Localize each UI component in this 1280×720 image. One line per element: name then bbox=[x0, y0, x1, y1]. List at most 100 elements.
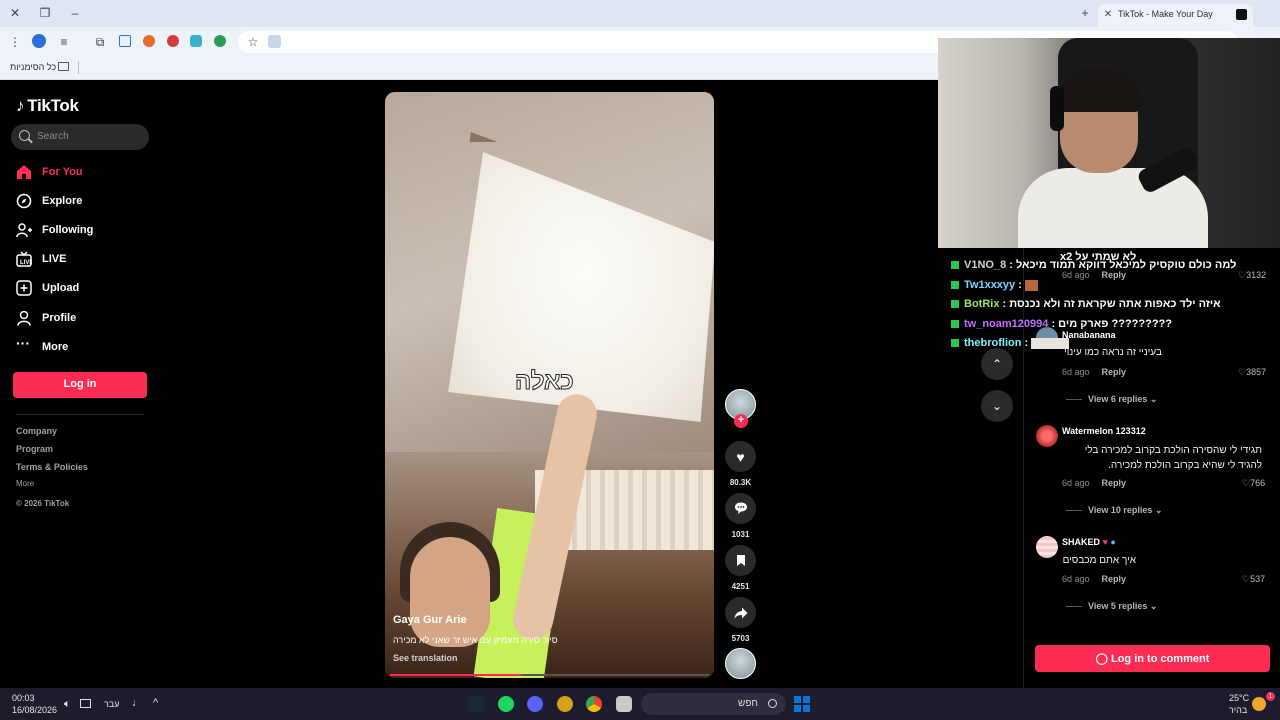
discord-icon[interactable] bbox=[527, 696, 543, 712]
see-translation-link[interactable]: See translation bbox=[393, 653, 458, 663]
reply-button[interactable]: Reply bbox=[1102, 367, 1127, 377]
video-author[interactable]: Gaya Gur Arie bbox=[393, 614, 467, 626]
tiktok-logo[interactable]: ♪ TikTok bbox=[16, 96, 79, 116]
nav-label: Profile bbox=[42, 312, 77, 324]
close-window-icon[interactable]: ✕ bbox=[8, 6, 22, 20]
save-button[interactable]: 4251 bbox=[725, 545, 756, 591]
previous-video-button[interactable]: ⌃ bbox=[981, 348, 1013, 380]
login-to-comment-button[interactable]: ◯ Log in to comment bbox=[1035, 645, 1270, 672]
weather-moon-icon[interactable] bbox=[1252, 697, 1266, 711]
extensions-icon[interactable]: ⧉ bbox=[93, 35, 107, 49]
webcam-headphones bbox=[1050, 86, 1064, 131]
browser-tab[interactable]: ✕ TikTok - Make Your Day bbox=[1098, 4, 1253, 27]
avatar[interactable] bbox=[1036, 425, 1058, 447]
windows-start-icon[interactable] bbox=[794, 696, 810, 712]
nav-item-profile[interactable]: Profile bbox=[16, 307, 76, 329]
steam-icon[interactable] bbox=[468, 696, 484, 712]
mod-badge-icon bbox=[951, 300, 959, 309]
chat-username: thebroflion bbox=[964, 337, 1022, 349]
reply-button[interactable]: Reply bbox=[1102, 270, 1127, 280]
like-button[interactable]: ♥ 80.3K bbox=[725, 441, 756, 487]
extension-green-icon[interactable] bbox=[214, 35, 226, 47]
chat-username: V1NO_8 bbox=[964, 259, 1007, 271]
chrome-icon[interactable] bbox=[586, 696, 602, 712]
spotify-icon[interactable] bbox=[498, 696, 514, 712]
menu-dots-icon[interactable]: ⋮ bbox=[8, 35, 22, 49]
nav-item-for-you[interactable]: For You bbox=[16, 161, 83, 183]
sound-disc-button[interactable] bbox=[725, 648, 756, 679]
weather-temp[interactable]: 25°C bbox=[1229, 693, 1249, 703]
nav-item-explore[interactable]: Explore bbox=[16, 190, 82, 212]
tray-chevron-icon[interactable]: ^ bbox=[153, 697, 158, 709]
search-input[interactable]: Search bbox=[11, 124, 149, 150]
comment-username[interactable]: Watermelon 123312 bbox=[1062, 426, 1146, 436]
comment-username[interactable]: SHAKED ♥ ● bbox=[1062, 537, 1116, 547]
logo-text: TikTok bbox=[27, 96, 79, 115]
video-frame-face bbox=[410, 537, 490, 647]
all-bookmarks-label[interactable]: כל הסימניות bbox=[10, 62, 56, 72]
chat-username: BotRix bbox=[964, 298, 1000, 310]
extension-blue-icon[interactable] bbox=[190, 35, 202, 47]
task-view-icon[interactable] bbox=[616, 696, 632, 712]
tiktok-note-icon: ♪ bbox=[16, 96, 25, 115]
bookmark-star-icon[interactable]: ☆ bbox=[246, 35, 260, 49]
avatar[interactable] bbox=[1036, 536, 1058, 558]
follow-plus-icon[interactable]: + bbox=[734, 414, 748, 428]
share-button[interactable]: 5703 bbox=[725, 597, 756, 643]
reply-button[interactable]: Reply bbox=[1102, 478, 1127, 488]
reply-button[interactable]: Reply bbox=[1102, 574, 1127, 584]
comment-like-button[interactable]: ♡766 bbox=[1242, 478, 1265, 489]
minimize-window-icon[interactable]: – bbox=[68, 6, 82, 20]
chevron-down-icon: ⌄ bbox=[991, 399, 1003, 413]
heart-icon: ♥ bbox=[725, 441, 756, 472]
view-replies-button[interactable]: View 6 replies ⌄ bbox=[1066, 394, 1157, 405]
microphone-icon[interactable]: ♩ bbox=[132, 697, 143, 709]
copyright: © 2026 TikTok bbox=[16, 499, 70, 508]
taskbar-search-input[interactable]: חפש bbox=[641, 693, 786, 715]
next-video-button[interactable]: ⌄ bbox=[981, 390, 1013, 422]
comment-text: איך אתם מכבסים bbox=[1062, 555, 1136, 566]
view-replies-button[interactable]: View 5 replies ⌄ bbox=[1066, 601, 1157, 612]
creator-avatar-button[interactable]: + bbox=[725, 389, 756, 428]
comment-like-button[interactable]: ♡537 bbox=[1242, 574, 1265, 585]
site-info-icon[interactable] bbox=[268, 35, 281, 48]
folder-icon bbox=[58, 62, 69, 71]
restore-window-icon[interactable]: ❐ bbox=[38, 6, 52, 20]
bookmarks-divider bbox=[78, 61, 79, 74]
language-indicator[interactable]: עבר bbox=[104, 699, 119, 709]
new-tab-icon[interactable]: + bbox=[1078, 6, 1092, 20]
network-icon[interactable] bbox=[80, 699, 91, 708]
footer-link-program[interactable]: Program bbox=[16, 444, 53, 454]
profile-avatar-icon[interactable] bbox=[32, 34, 46, 48]
tab-close-icon[interactable]: ✕ bbox=[1101, 8, 1115, 22]
video-player[interactable]: כאלה Gaya Gur Arie סיור סירה מעמיק עם אי… bbox=[385, 92, 714, 678]
footer-link-company[interactable]: Company bbox=[16, 426, 57, 436]
comment-like-count: 3132 bbox=[1246, 270, 1267, 280]
nav-item-following[interactable]: Following bbox=[16, 219, 93, 241]
comment-like-button[interactable]: ♡3857 bbox=[1238, 367, 1266, 378]
screen-share-icon[interactable] bbox=[119, 35, 131, 47]
notification-badge[interactable]: 1 bbox=[1266, 692, 1275, 701]
view-replies-button[interactable]: View 10 replies ⌄ bbox=[1066, 505, 1162, 516]
nav-item-live[interactable]: LIVE LIVE bbox=[16, 248, 66, 270]
extension-red-icon[interactable] bbox=[167, 35, 179, 47]
comment-username[interactable]: Nanabanana bbox=[1062, 330, 1116, 340]
clock-time[interactable]: 00:03 bbox=[12, 693, 35, 703]
comment-like-button[interactable]: ♡3132 bbox=[1238, 270, 1266, 281]
nav-item-upload[interactable]: Upload bbox=[16, 277, 79, 299]
media-queue-icon[interactable]: ≡ bbox=[57, 35, 71, 49]
video-progress-fill bbox=[390, 674, 521, 676]
clock-date[interactable]: 16/08/2026 bbox=[12, 705, 57, 715]
footer-link-more[interactable]: More bbox=[16, 479, 34, 488]
upload-icon bbox=[16, 280, 32, 296]
weather-desc[interactable]: בהיר bbox=[1229, 705, 1247, 715]
footer-link-terms[interactable]: Terms & Policies bbox=[16, 462, 88, 472]
comment-button[interactable]: 1031 bbox=[725, 493, 756, 539]
nav-item-more[interactable]: ··· More bbox=[16, 336, 68, 358]
nav-label: Upload bbox=[42, 282, 80, 294]
extension-orange-icon[interactable] bbox=[143, 35, 155, 47]
login-button[interactable]: Log in bbox=[13, 372, 147, 398]
volume-icon[interactable]: 🔈︎ bbox=[64, 698, 71, 711]
video-progress-bar[interactable] bbox=[390, 674, 709, 676]
game-app-icon[interactable] bbox=[557, 696, 573, 712]
